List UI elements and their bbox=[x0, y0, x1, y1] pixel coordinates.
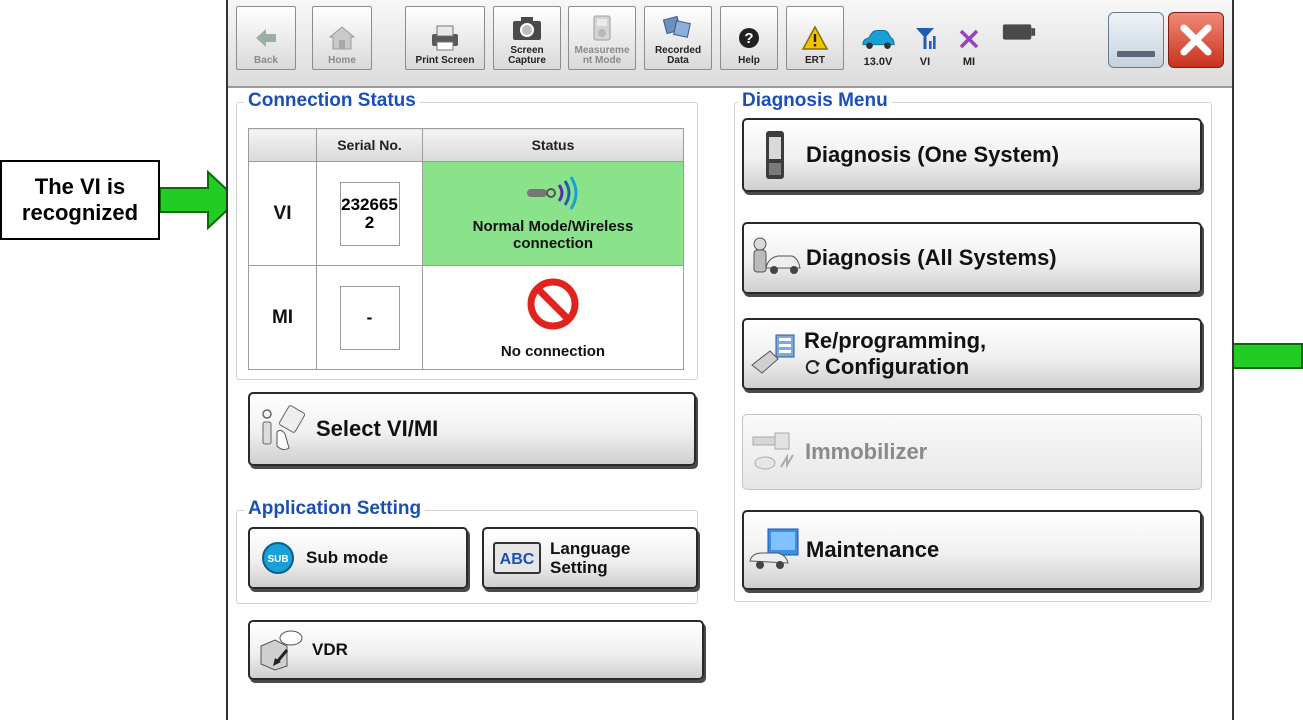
key-icon bbox=[743, 429, 805, 475]
battery-icon bbox=[1001, 15, 1037, 49]
toolbar: Back Home Print Screen Screen Capture Me… bbox=[228, 0, 1232, 88]
vi-serial-number: 232665 2 bbox=[339, 181, 400, 246]
diagnosis-one-system-button[interactable]: Diagnosis (One System) bbox=[742, 118, 1202, 192]
select-vi-mi-label: Select VI/MI bbox=[316, 416, 439, 441]
measurement-mode-button[interactable]: Measureme nt Mode bbox=[568, 6, 636, 70]
mi-indicator-label: MI bbox=[962, 56, 976, 68]
vi-status-indicator: VI bbox=[904, 6, 946, 70]
print-screen-button[interactable]: Print Screen bbox=[405, 6, 485, 70]
mi-status-text: No connection bbox=[500, 342, 606, 360]
wireless-vi-icon bbox=[527, 176, 578, 210]
recorded-data-label: Recorded Data bbox=[654, 45, 702, 66]
connection-status-table: Serial No. Status VI 232665 2 Normal Mod… bbox=[248, 128, 684, 370]
svg-text:SUB: SUB bbox=[267, 554, 288, 565]
printer-icon bbox=[427, 21, 463, 55]
reprogramming-label: Re/programming, bbox=[804, 328, 987, 353]
vi-indicator-label: VI bbox=[919, 56, 931, 68]
screen-capture-label: Screen Capture bbox=[508, 45, 546, 66]
screen-capture-button[interactable]: Screen Capture bbox=[493, 6, 561, 70]
callout-line-2: recognized bbox=[21, 200, 139, 225]
vi-row-label: VI bbox=[248, 161, 317, 266]
language-abc-icon: ABC bbox=[484, 540, 550, 576]
reprogramming-configuration-button[interactable]: Re/programming, Configuration bbox=[742, 318, 1202, 390]
help-label: Help bbox=[738, 55, 760, 66]
diagnosis-all-systems-button[interactable]: Diagnosis (All Systems) bbox=[742, 222, 1202, 294]
svg-text:?: ? bbox=[744, 30, 753, 47]
camera-icon bbox=[509, 11, 545, 45]
close-button[interactable] bbox=[1168, 12, 1224, 68]
maintenance-label: Maintenance bbox=[806, 537, 940, 562]
vdr-label: VDR bbox=[312, 640, 348, 659]
voltage-label: 13.0V bbox=[863, 56, 893, 68]
select-vi-mi-button[interactable]: Select VI/MI bbox=[248, 392, 696, 466]
home-label: Home bbox=[328, 55, 356, 66]
table-corner-header bbox=[248, 128, 317, 162]
mi-serial-number: - bbox=[339, 285, 400, 350]
car-icon bbox=[860, 22, 896, 56]
language-setting-label: Language Setting bbox=[550, 539, 631, 577]
back-button[interactable]: Back bbox=[236, 6, 296, 70]
reprogramming-icon bbox=[744, 329, 804, 379]
help-icon: ? bbox=[731, 21, 767, 55]
home-icon bbox=[324, 21, 360, 55]
vdr-button[interactable]: VDR bbox=[248, 620, 704, 680]
wireless-signal-icon bbox=[907, 22, 943, 56]
select-vi-mi-icon bbox=[250, 404, 316, 454]
app-window: Back Home Print Screen Screen Capture Me… bbox=[226, 0, 1234, 720]
sub-mode-button[interactable]: SUB Sub mode bbox=[248, 527, 468, 589]
vi-serial-cell: 232665 2 bbox=[316, 161, 423, 266]
vi-status-text: Normal Mode/Wireless connection bbox=[472, 218, 634, 252]
ert-label: ERT bbox=[805, 55, 825, 66]
print-screen-label: Print Screen bbox=[415, 55, 475, 66]
mi-serial-cell: - bbox=[316, 265, 423, 370]
diagnosis-menu-title: Diagnosis Menu bbox=[738, 90, 892, 112]
language-setting-button[interactable]: ABC Language Setting bbox=[482, 527, 698, 589]
diagnosis-all-systems-label: Diagnosis (All Systems) bbox=[806, 245, 1057, 270]
sub-mode-label: Sub mode bbox=[306, 548, 389, 567]
no-connection-icon bbox=[527, 278, 579, 329]
recorded-data-button[interactable]: Recorded Data bbox=[644, 6, 712, 70]
application-setting-title: Application Setting bbox=[244, 498, 426, 520]
handheld-device-icon bbox=[744, 129, 806, 181]
vdr-icon bbox=[250, 628, 312, 672]
back-label: Back bbox=[254, 55, 278, 66]
help-button[interactable]: ? Help bbox=[720, 6, 778, 70]
mi-status-indicator: MI bbox=[948, 6, 990, 70]
configuration-label: Configuration bbox=[825, 354, 970, 379]
maintenance-button[interactable]: Maintenance bbox=[742, 510, 1202, 590]
callout-line-1: The VI is bbox=[34, 174, 126, 199]
disconnected-x-icon bbox=[951, 22, 987, 56]
minimize-button[interactable] bbox=[1108, 12, 1164, 68]
mi-row-label: MI bbox=[248, 265, 317, 370]
refresh-icon bbox=[805, 360, 820, 374]
close-icon bbox=[1180, 24, 1212, 56]
vi-status-cell: Normal Mode/Wireless connection bbox=[422, 161, 684, 266]
home-button[interactable]: Home bbox=[312, 6, 372, 70]
ert-button[interactable]: ERT bbox=[786, 6, 844, 70]
meter-icon bbox=[584, 11, 620, 45]
annotation-callout: The VI is recognized bbox=[0, 160, 160, 240]
sub-mode-icon: SUB bbox=[250, 541, 306, 575]
back-arrow-icon bbox=[248, 21, 284, 55]
maintenance-monitor-icon bbox=[744, 525, 806, 575]
status-header: Status bbox=[422, 128, 684, 162]
battery-voltage-status: 13.0V bbox=[852, 6, 904, 70]
measurement-mode-label: Measureme nt Mode bbox=[574, 45, 630, 66]
recorded-data-icon bbox=[660, 11, 696, 45]
warning-icon bbox=[797, 21, 833, 55]
mi-status-cell: No connection bbox=[422, 265, 684, 370]
serial-no-header: Serial No. bbox=[316, 128, 423, 162]
connection-status-title: Connection Status bbox=[244, 90, 420, 112]
diagnosis-one-system-label: Diagnosis (One System) bbox=[806, 142, 1060, 167]
svg-text:ABC: ABC bbox=[500, 551, 535, 568]
immobilizer-button[interactable]: Immobilizer bbox=[742, 414, 1202, 490]
mechanic-car-icon bbox=[744, 234, 806, 282]
battery-status-indicator bbox=[994, 6, 1044, 70]
immobilizer-label: Immobilizer bbox=[805, 439, 928, 464]
